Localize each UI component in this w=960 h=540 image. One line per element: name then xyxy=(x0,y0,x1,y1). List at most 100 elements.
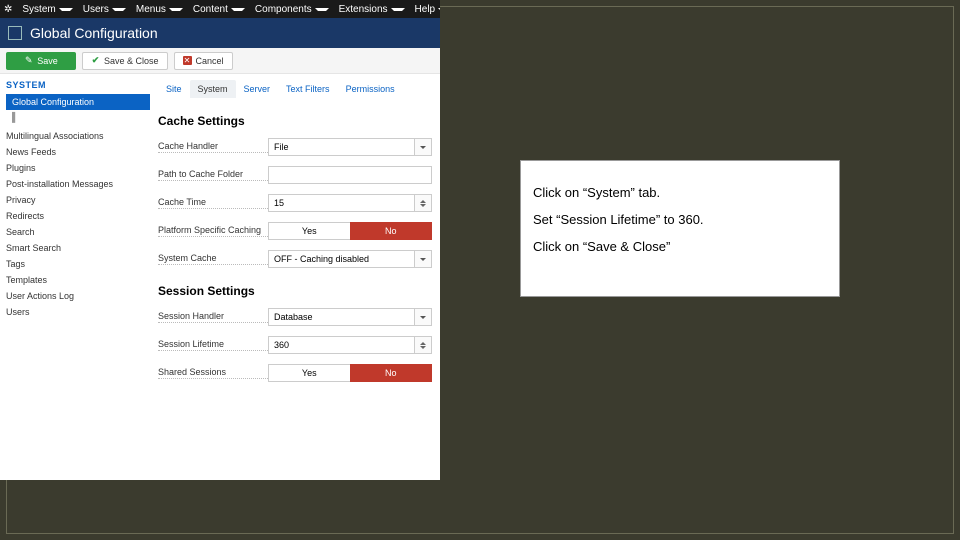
save-label: Save xyxy=(37,56,58,66)
sidebar-item[interactable]: Search xyxy=(6,224,150,240)
sidebar-item[interactable]: User Actions Log xyxy=(6,288,150,304)
chevron-down-icon xyxy=(414,138,432,156)
sidebar-item[interactable]: Multilingual Associations xyxy=(6,128,150,144)
save-close-button[interactable]: ✔ Save & Close xyxy=(82,52,168,70)
chevron-down-icon xyxy=(112,8,126,11)
tab-site[interactable]: Site xyxy=(158,80,190,98)
tab-permissions[interactable]: Permissions xyxy=(338,80,403,98)
sidebar-item[interactable]: News Feeds xyxy=(6,144,150,160)
slide-background: ✲ System Users Menus Content Components … xyxy=(0,0,960,540)
action-toolbar: ✎ Save ✔ Save & Close ✕ Cancel xyxy=(0,48,440,74)
page-header: Global Configuration xyxy=(0,18,440,48)
row-shared-sessions: Shared Sessions Yes No xyxy=(158,364,432,382)
instruction-line-1: Click on “System” tab. xyxy=(533,185,827,200)
menu-help[interactable]: Help xyxy=(411,4,440,15)
row-cache-time: Cache Time xyxy=(158,194,432,212)
joomla-logo-icon: ✲ xyxy=(4,3,12,15)
spinner-buttons[interactable] xyxy=(414,336,432,354)
top-menubar: ✲ System Users Menus Content Components … xyxy=(0,0,440,18)
chevron-down-icon xyxy=(414,250,432,268)
select-session-handler[interactable]: Database xyxy=(268,308,432,326)
cancel-button[interactable]: ✕ Cancel xyxy=(174,52,233,70)
label-cache-handler: Cache Handler xyxy=(158,141,268,153)
row-session-handler: Session Handler Database xyxy=(158,308,432,326)
chevron-down-icon xyxy=(391,8,405,11)
spinner-buttons[interactable] xyxy=(414,194,432,212)
sidebar-item[interactable]: Redirects xyxy=(6,208,150,224)
tab-text-filters[interactable]: Text Filters xyxy=(278,80,338,98)
save-icon: ✎ xyxy=(24,56,33,65)
chevron-down-icon xyxy=(169,8,183,11)
select-system-cache[interactable]: OFF - Caching disabled xyxy=(268,250,432,268)
sidebar-item[interactable]: Plugins xyxy=(6,160,150,176)
instructions-box: Click on “System” tab. Set “Session Life… xyxy=(520,160,840,297)
save-button[interactable]: ✎ Save xyxy=(6,52,76,70)
body-layout: SYSTEM Global Configuration ▌ Multilingu… xyxy=(0,74,440,400)
settings-grid-icon xyxy=(8,26,22,40)
row-system-cache: System Cache OFF - Caching disabled xyxy=(158,250,432,268)
sidebar-item[interactable]: Tags xyxy=(6,256,150,272)
chevron-down-icon xyxy=(315,8,329,11)
menu-extensions[interactable]: Extensions xyxy=(335,4,409,15)
toggle-platform-caching[interactable]: Yes No xyxy=(268,222,432,240)
tab-server[interactable]: Server xyxy=(236,80,279,98)
menu-components[interactable]: Components xyxy=(251,4,333,15)
sidebar-title: SYSTEM xyxy=(6,80,150,90)
spinner-session-lifetime[interactable] xyxy=(268,336,432,354)
label-platform-caching: Platform Specific Caching xyxy=(158,225,268,237)
check-icon: ✔ xyxy=(91,56,100,65)
top-menu: System Users Menus Content Components Ex… xyxy=(18,4,440,15)
sidebar-marker: ▌ xyxy=(6,110,150,124)
chevron-down-icon xyxy=(231,8,245,11)
session-section-title: Session Settings xyxy=(158,284,432,298)
select-value: Database xyxy=(268,308,414,326)
select-value: File xyxy=(268,138,414,156)
menu-menus[interactable]: Menus xyxy=(132,4,187,15)
main-panel: SiteSystemServerText FiltersPermissions … xyxy=(150,74,440,400)
sidebar-item[interactable]: Post-installation Messages xyxy=(6,176,150,192)
sidebar: SYSTEM Global Configuration ▌ Multilingu… xyxy=(0,74,150,400)
toggle-yes[interactable]: Yes xyxy=(268,364,350,382)
row-path-cache: Path to Cache Folder xyxy=(158,166,432,184)
select-value: OFF - Caching disabled xyxy=(268,250,414,268)
sidebar-item-active[interactable]: Global Configuration xyxy=(6,94,150,110)
spinner-value[interactable] xyxy=(268,336,414,354)
save-close-label: Save & Close xyxy=(104,56,159,66)
spinner-value[interactable] xyxy=(268,194,414,212)
close-icon: ✕ xyxy=(183,56,192,65)
page-title: Global Configuration xyxy=(30,25,158,41)
toggle-no[interactable]: No xyxy=(350,222,433,240)
instruction-line-3: Click on “Save & Close” xyxy=(533,239,827,254)
chevron-down-icon xyxy=(414,308,432,326)
label-shared-sessions: Shared Sessions xyxy=(158,367,268,379)
row-session-lifetime: Session Lifetime xyxy=(158,336,432,354)
select-cache-handler[interactable]: File xyxy=(268,138,432,156)
chevron-down-icon xyxy=(59,8,73,11)
label-path-cache: Path to Cache Folder xyxy=(158,169,268,181)
label-system-cache: System Cache xyxy=(158,253,268,265)
joomla-admin-window: ✲ System Users Menus Content Components … xyxy=(0,0,440,480)
menu-system[interactable]: System xyxy=(18,4,76,15)
cache-section-title: Cache Settings xyxy=(158,114,432,128)
toggle-no[interactable]: No xyxy=(350,364,433,382)
sidebar-item[interactable]: Users xyxy=(6,304,150,320)
label-session-lifetime: Session Lifetime xyxy=(158,339,268,351)
chevron-down-icon xyxy=(438,8,440,11)
row-platform-caching: Platform Specific Caching Yes No xyxy=(158,222,432,240)
toggle-yes[interactable]: Yes xyxy=(268,222,350,240)
spinner-cache-time[interactable] xyxy=(268,194,432,212)
tab-system[interactable]: System xyxy=(190,80,236,98)
label-cache-time: Cache Time xyxy=(158,197,268,209)
config-tabs: SiteSystemServerText FiltersPermissions xyxy=(158,80,432,98)
cancel-label: Cancel xyxy=(196,56,224,66)
sidebar-item[interactable]: Privacy xyxy=(6,192,150,208)
sidebar-items: Multilingual AssociationsNews FeedsPlugi… xyxy=(6,128,150,320)
label-session-handler: Session Handler xyxy=(158,311,268,323)
toggle-shared-sessions[interactable]: Yes No xyxy=(268,364,432,382)
sidebar-item[interactable]: Templates xyxy=(6,272,150,288)
sidebar-item[interactable]: Smart Search xyxy=(6,240,150,256)
instruction-line-2: Set “Session Lifetime” to 360. xyxy=(533,212,827,227)
input-path-cache[interactable] xyxy=(268,166,432,184)
menu-users[interactable]: Users xyxy=(79,4,130,15)
menu-content[interactable]: Content xyxy=(189,4,249,15)
